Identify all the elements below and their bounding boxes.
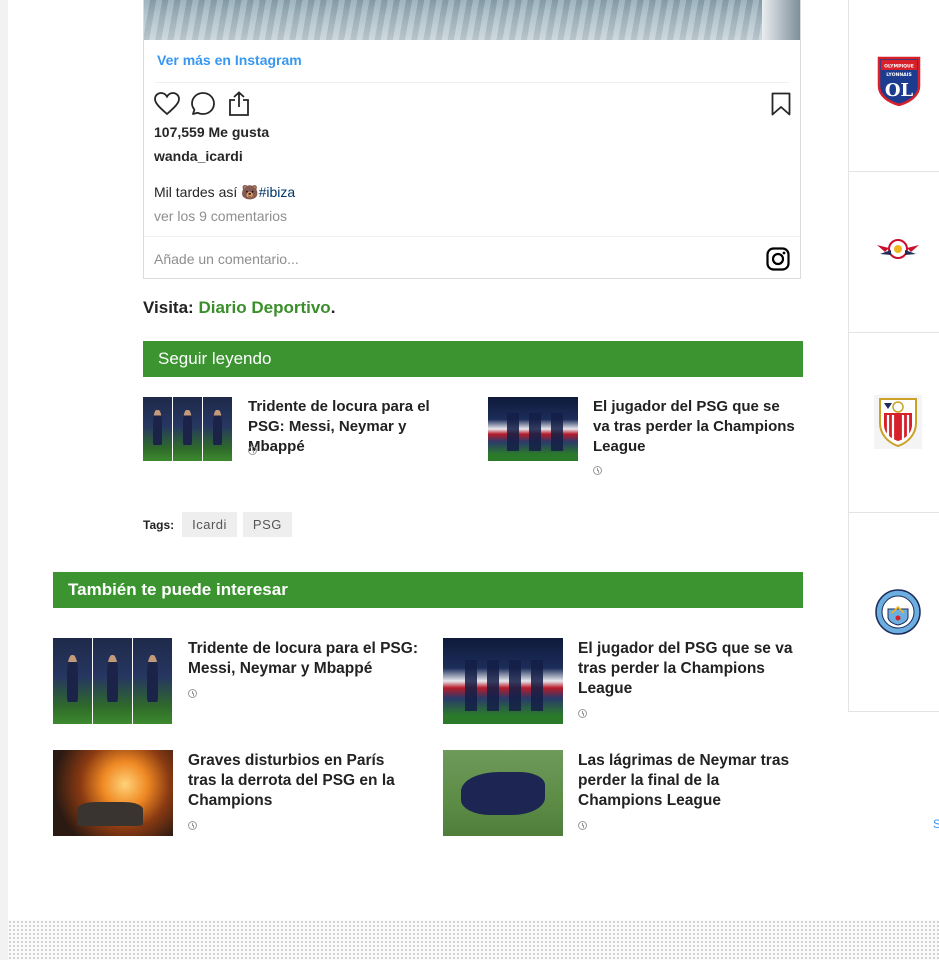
photo-rock <box>762 0 800 40</box>
article-title[interactable]: El jugador del PSG que se va tras perder… <box>578 639 803 699</box>
clock-icon <box>188 821 197 830</box>
likes-count[interactable]: 107,559 Me gusta <box>154 124 269 140</box>
article-thumbnail[interactable] <box>143 397 233 461</box>
clock-icon <box>578 709 587 718</box>
tag-icardi[interactable]: Icardi <box>182 512 237 537</box>
article-page: Ver más en Instagram 107,559 Me gusta wa… <box>0 0 939 960</box>
bookmark-icon[interactable] <box>767 90 795 118</box>
sevilla-crest-icon[interactable] <box>874 395 922 453</box>
svg-text:OL: OL <box>885 80 914 101</box>
club-cell[interactable]: OLYMPIQUE LYONNAIS OL <box>849 0 939 172</box>
instagram-logo-icon[interactable] <box>766 247 790 271</box>
article-thumbnail[interactable] <box>488 397 578 461</box>
username-link[interactable]: wanda_icardi <box>154 148 243 164</box>
caption: Mil tardes así 🐻#ibiza <box>154 184 295 201</box>
instagram-photo[interactable] <box>144 0 800 40</box>
svg-text:LYONNAIS: LYONNAIS <box>886 72 912 78</box>
caption-text: Mil tardes así <box>154 184 242 200</box>
clock-icon <box>188 689 197 698</box>
article-thumbnail[interactable] <box>53 750 173 836</box>
clock-icon <box>248 446 257 455</box>
diario-deportivo-link[interactable]: Diario Deportivo <box>198 298 330 317</box>
sidebar-cut-text[interactable]: S <box>933 817 939 831</box>
related-article[interactable]: Tridente de locura para el PSG: Messi, N… <box>143 397 463 467</box>
tags-label: Tags: <box>143 517 175 532</box>
clubs-sidebar: OLYMPIQUE LYONNAIS OL S <box>848 0 939 831</box>
divider <box>155 82 789 83</box>
seguir-leyendo-heading: Seguir leyendo <box>143 341 803 377</box>
article-thumbnail[interactable] <box>53 638 173 724</box>
interest-article[interactable]: Tridente de locura para el PSG: Messi, N… <box>53 638 423 724</box>
tag-psg[interactable]: PSG <box>242 512 292 537</box>
bear-emoji: 🐻 <box>241 184 259 200</box>
article-title[interactable]: Graves disturbios en París tras la derro… <box>188 751 413 811</box>
interest-article[interactable]: Graves disturbios en París tras la derro… <box>53 750 423 836</box>
olympique-lyonnais-crest-icon[interactable]: OLYMPIQUE LYONNAIS OL <box>877 56 921 110</box>
tambien-heading: También te puede interesar <box>53 572 803 608</box>
related-article[interactable]: El jugador del PSG que se va tras perder… <box>488 397 803 481</box>
article-title[interactable]: El jugador del PSG que se va tras perder… <box>593 397 798 457</box>
club-cell[interactable] <box>849 172 939 333</box>
footer-pattern <box>8 920 939 960</box>
tags-row: Tags: Icardi PSG <box>143 512 292 537</box>
article-title[interactable]: Las lágrimas de Neymar tras perder la fi… <box>578 751 803 811</box>
instagram-actions <box>153 90 791 120</box>
comment-icon[interactable] <box>189 90 217 118</box>
interest-article[interactable]: El jugador del PSG que se va tras perder… <box>443 638 803 724</box>
article-title[interactable]: Tridente de locura para el PSG: Messi, N… <box>188 639 423 679</box>
left-gutter <box>0 0 8 960</box>
view-comments-link[interactable]: ver los 9 comentarios <box>154 208 287 224</box>
share-icon[interactable] <box>225 90 253 118</box>
club-cell[interactable]: S <box>849 333 939 831</box>
add-comment-input[interactable]: Añade un comentario... <box>154 251 299 267</box>
visit-suffix: . <box>330 298 336 317</box>
instagram-embed: Ver más en Instagram 107,559 Me gusta wa… <box>143 0 801 279</box>
add-comment-bar[interactable]: Añade un comentario... <box>144 236 800 278</box>
svg-text:OLYMPIQUE: OLYMPIQUE <box>884 64 914 70</box>
interest-article[interactable]: Las lágrimas de Neymar tras perder la fi… <box>443 750 803 836</box>
clock-icon <box>578 821 587 830</box>
article-thumbnail[interactable] <box>443 638 563 724</box>
heart-icon[interactable] <box>153 90 181 118</box>
visit-line: Visita: Diario Deportivo. <box>143 298 335 318</box>
manchester-city-crest-icon[interactable] <box>875 589 921 639</box>
article-title[interactable]: Tridente de locura para el PSG: Messi, N… <box>248 397 463 457</box>
hashtag-link[interactable]: #ibiza <box>259 184 296 200</box>
visit-label: Visita: <box>143 298 199 317</box>
rb-leipzig-crest-icon[interactable] <box>875 234 921 268</box>
see-more-on-instagram-link[interactable]: Ver más en Instagram <box>157 52 302 68</box>
club-cell[interactable] <box>849 513 939 712</box>
article-thumbnail[interactable] <box>443 750 563 836</box>
clock-icon <box>593 466 602 475</box>
